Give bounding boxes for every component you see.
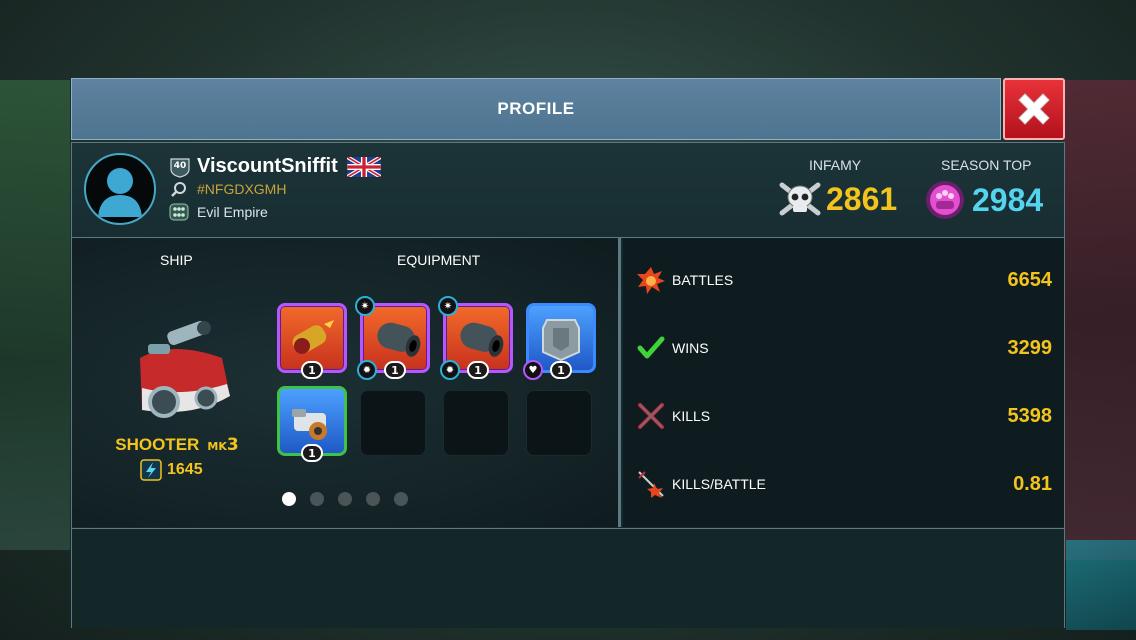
uk-flag-icon — [346, 156, 381, 177]
stat-label: KILLS — [672, 408, 711, 424]
season-top-label: SEASON TOP — [941, 157, 1032, 173]
stat-value: 5398 — [1007, 404, 1053, 427]
profile-panel: PROFILE 40 ViscountSniffit #NFGDXGMH Evi… — [71, 78, 1065, 628]
background-left — [0, 80, 70, 550]
ship-label: SHIP — [160, 252, 193, 268]
stat-value: 3299 — [1007, 336, 1053, 359]
stat-label: BATTLES — [672, 272, 734, 288]
equipment-slot-1[interactable]: 1 — [277, 303, 347, 379]
item-level: 1 — [301, 361, 323, 379]
page-dot[interactable] — [310, 492, 324, 506]
module-badge-bottom: ✹ — [440, 360, 460, 380]
ship-card[interactable]: SHOOTER MK3 1645 — [102, 318, 252, 481]
infamy-value: 2861 — [826, 180, 898, 217]
stat-value: 6654 — [1007, 268, 1053, 291]
page-dot[interactable] — [394, 492, 408, 506]
avatar[interactable] — [84, 153, 156, 225]
close-icon — [1018, 93, 1050, 125]
stat-row-kills-per-battle: KILLS/BATTLE 0.81 — [623, 464, 1064, 504]
profile-body: 40 ViscountSniffit #NFGDXGMH Evil Empire… — [71, 142, 1065, 628]
level-value: 40 — [173, 160, 187, 171]
equipment-label: EQUIPMENT — [397, 252, 481, 268]
ship-name: SHOOTER — [115, 435, 200, 454]
ship-title: SHOOTER MK3 — [102, 435, 252, 455]
close-button[interactable] — [1003, 78, 1065, 140]
clan-name[interactable]: Evil Empire — [197, 204, 268, 220]
player-tag[interactable]: #NFGDXGMH — [197, 181, 286, 197]
module-badge-top: ✷ — [355, 296, 375, 316]
stat-label: WINS — [672, 340, 709, 356]
ship-power: 1645 — [140, 459, 203, 481]
player-name: ViscountSniffit — [197, 155, 338, 177]
loadout-section: SHIP EQUIPMENT SHOOTER MK3 1645 1 ✷ ✹ 1 … — [72, 238, 621, 527]
season-trophy-icon — [926, 181, 964, 219]
item-level: 1 — [550, 361, 572, 379]
page-title: PROFILE — [497, 99, 575, 118]
stat-value: 0.81 — [1013, 472, 1052, 495]
equipment-slot-2[interactable]: ✷ ✹ 1 — [355, 296, 430, 380]
item-level: 1 — [384, 361, 406, 379]
ship-mark-prefix: MK — [207, 440, 227, 453]
equipment-slot-empty[interactable] — [443, 390, 509, 456]
equipment-slot-empty[interactable] — [360, 390, 426, 456]
module-badge-bottom: ✹ — [357, 360, 377, 380]
infamy-label: INFAMY — [809, 157, 862, 173]
equipment-slot-5[interactable]: 1 — [277, 386, 347, 462]
stat-row-battles: BATTLES 6654 — [623, 260, 1064, 300]
crossed-swords-icon — [636, 401, 666, 431]
heart-badge: ♥ — [523, 360, 543, 380]
item-level: 1 — [467, 361, 489, 379]
avatar-silhouette-icon — [98, 168, 142, 217]
equipment-slot-empty[interactable] — [526, 390, 592, 456]
season-top-display: 2984 — [924, 179, 1043, 221]
season-top-value: 2984 — [972, 181, 1044, 218]
stat-row-wins: WINS 3299 — [623, 328, 1064, 368]
background-right — [1064, 80, 1136, 560]
equipment-slot-4[interactable]: ♥ 1 — [523, 303, 596, 380]
explosion-icon — [636, 265, 666, 295]
level-badge: 40 — [169, 156, 191, 178]
infamy-display: 2861 — [777, 179, 897, 219]
title-bar: PROFILE — [71, 78, 1001, 140]
tag-row: #NFGDXGMH — [169, 180, 286, 198]
search-icon — [171, 182, 186, 197]
player-header: 40 ViscountSniffit #NFGDXGMH Evil Empire… — [72, 143, 1064, 238]
name-row: 40 ViscountSniffit — [169, 155, 381, 178]
page-indicator — [282, 492, 408, 506]
lightning-icon — [140, 459, 162, 481]
stats-section: BATTLES 6654 WINS 3299 KILLS 5398 KILLS/… — [623, 238, 1064, 527]
bottom-empty-section — [72, 528, 1064, 628]
background-teal-button — [1066, 540, 1136, 630]
ship-shooter-icon — [140, 320, 230, 418]
clan-icon — [169, 203, 189, 221]
module-badge-top: ✷ — [438, 296, 458, 316]
equipment-slot-3[interactable]: ✷ ✹ 1 — [438, 296, 513, 380]
checkmark-icon — [636, 333, 666, 363]
kill-ratio-icon — [636, 469, 666, 499]
page-dot[interactable] — [338, 492, 352, 506]
page-dot[interactable] — [282, 492, 296, 506]
ship-power-value: 1645 — [167, 461, 203, 478]
item-level: 1 — [301, 444, 323, 462]
skull-crossbones-icon — [779, 182, 821, 216]
page-dot[interactable] — [366, 492, 380, 506]
ship-mark-level: 3 — [226, 435, 239, 455]
stat-row-kills: KILLS 5398 — [623, 396, 1064, 436]
clan-row: Evil Empire — [169, 202, 268, 222]
stat-label: KILLS/BATTLE — [672, 476, 766, 492]
